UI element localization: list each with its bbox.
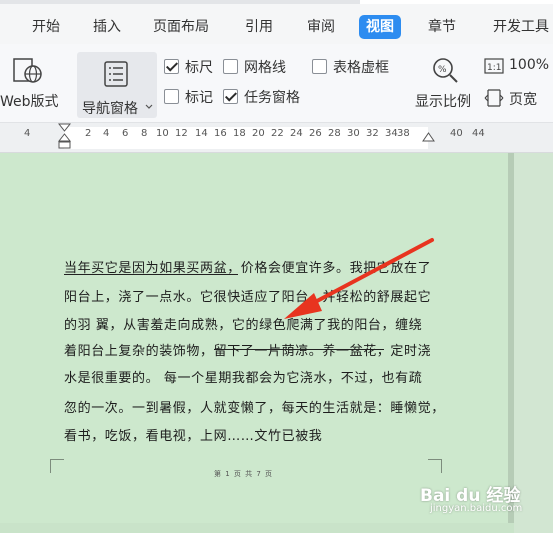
ruler-number: 20 xyxy=(252,128,265,139)
svg-text:%: % xyxy=(438,65,447,75)
task-pane-checkbox[interactable] xyxy=(223,89,238,104)
markup-checkbox[interactable] xyxy=(164,89,179,104)
web-layout-label: Web版式 xyxy=(0,94,59,110)
page-width-label: 页宽 xyxy=(509,92,537,108)
right-indent-marker[interactable] xyxy=(422,131,435,145)
watermark-url: jingyan.baidu.com xyxy=(430,503,523,514)
tab-page-layout[interactable]: 页面布局 xyxy=(153,16,209,38)
ruler-number: 22 xyxy=(271,128,284,139)
ruler-checkbox[interactable] xyxy=(164,59,179,74)
ruler-number: 34 xyxy=(385,128,398,139)
tab-references[interactable]: 引用 xyxy=(245,16,273,38)
hundred-percent-button[interactable]: 1:1 100% xyxy=(484,56,553,78)
gridlines-label: 网格线 xyxy=(244,60,286,76)
left-indent-marker[interactable] xyxy=(58,123,71,153)
ruler-number: 28 xyxy=(328,128,341,139)
table-gridlines-toggle[interactable]: 表格虚框 xyxy=(312,57,396,77)
web-layout-icon xyxy=(13,58,42,83)
ruler-number: 6 xyxy=(122,128,129,139)
ruler-number: 16 xyxy=(214,128,227,139)
nav-pane-label: 导航窗格 xyxy=(82,101,138,117)
horizontal-ruler[interactable]: 4 2 2 4 6 8 10 12 14 16 18 20 22 24 26 2… xyxy=(0,123,553,153)
gridlines-checkbox[interactable] xyxy=(223,59,238,74)
document-area[interactable]: 当年买它是因为如果买两盆，价格会便宜许多。我把它放在了 阳台上，浇了一点水。它很… xyxy=(0,153,553,533)
zoom-button[interactable]: % 显示比例 xyxy=(413,44,477,123)
ruler-number: 8 xyxy=(141,128,148,139)
ribbon-toolbar: Web版式 导航窗格 标尺 网格线 表格虚框 标记 任务窗格 % 显示比例 1:… xyxy=(0,44,553,123)
nav-pane-button[interactable]: 导航窗格 xyxy=(77,52,157,118)
ruler-number: 2 xyxy=(85,128,92,139)
ruler-number: 10 xyxy=(156,128,169,139)
ruler-number: 4 xyxy=(103,128,110,139)
ruler-number: 18 xyxy=(233,128,246,139)
title-strip xyxy=(0,0,553,4)
table-gridlines-label: 表格虚框 xyxy=(333,60,389,76)
page-corner-mark xyxy=(50,459,64,473)
tab-section[interactable]: 章节 xyxy=(428,16,456,38)
ruler-number: 4 xyxy=(24,128,31,139)
tab-view[interactable]: 视图 xyxy=(359,15,401,39)
ruler-number: 24 xyxy=(290,128,303,139)
page-width-icon xyxy=(484,89,504,107)
tab-insert[interactable]: 插入 xyxy=(93,16,121,38)
zoom-label: 显示比例 xyxy=(415,94,471,110)
ruler-number: 26 xyxy=(309,128,322,139)
tab-review[interactable]: 审阅 xyxy=(307,16,335,38)
ruler-number: 14 xyxy=(195,128,208,139)
markup-label: 标记 xyxy=(185,90,213,106)
ruler-number: 12 xyxy=(175,128,188,139)
doc-side-strip xyxy=(514,153,553,533)
task-pane-label: 任务窗格 xyxy=(244,90,300,106)
document-line[interactable]: 看书，吃饭，看电视，上网……文竹已被我 xyxy=(64,425,322,444)
strikethrough-mark xyxy=(214,349,384,350)
arrow-annotation-icon xyxy=(284,238,434,319)
tab-developer[interactable]: 开发工具 xyxy=(493,16,549,38)
tab-home[interactable]: 开始 xyxy=(32,16,60,38)
zoom-icon: % xyxy=(433,58,458,83)
svg-text:1:1: 1:1 xyxy=(487,63,501,73)
page-footer: 第 1 页 共 7 页 xyxy=(214,470,274,478)
document-page[interactable]: 当年买它是因为如果买两盆，价格会便宜许多。我把它放在了 阳台上，浇了一点水。它很… xyxy=(0,153,508,523)
ruler-number: 30 xyxy=(347,128,360,139)
chevron-down-icon xyxy=(145,104,153,109)
ruler-toggle[interactable]: 标尺 xyxy=(164,57,216,77)
markup-toggle[interactable]: 标记 xyxy=(164,87,216,107)
document-line[interactable]: 忽的一次。一到暑假，人就变懒了，每天的生活就是：睡懒觉， xyxy=(64,397,445,416)
task-pane-toggle[interactable]: 任务窗格 xyxy=(223,87,309,107)
page-corner-mark xyxy=(428,459,442,473)
web-layout-button[interactable]: Web版式 xyxy=(0,44,66,123)
one-to-one-icon: 1:1 xyxy=(484,58,504,74)
hundred-percent-label: 100% xyxy=(509,57,550,73)
table-gridlines-checkbox[interactable] xyxy=(312,59,327,74)
underline-mark xyxy=(64,274,238,275)
ruler-number: 38 xyxy=(397,128,410,139)
gridlines-toggle[interactable]: 网格线 xyxy=(223,57,295,77)
ruler-number: 44 xyxy=(472,128,485,139)
nav-pane-icon xyxy=(104,61,128,87)
ruler-number: 40 xyxy=(450,128,463,139)
ruler-label: 标尺 xyxy=(185,60,213,76)
ruler-number: 32 xyxy=(366,128,379,139)
page-width-button[interactable]: 页宽 xyxy=(484,86,553,110)
menu-bar: 开始 插入 页面布局 引用 审阅 视图 章节 开发工具 xyxy=(0,0,553,44)
document-line[interactable]: 水是很重要的。 每一个星期我都会为它浇水，不过，也有疏 xyxy=(64,367,422,386)
